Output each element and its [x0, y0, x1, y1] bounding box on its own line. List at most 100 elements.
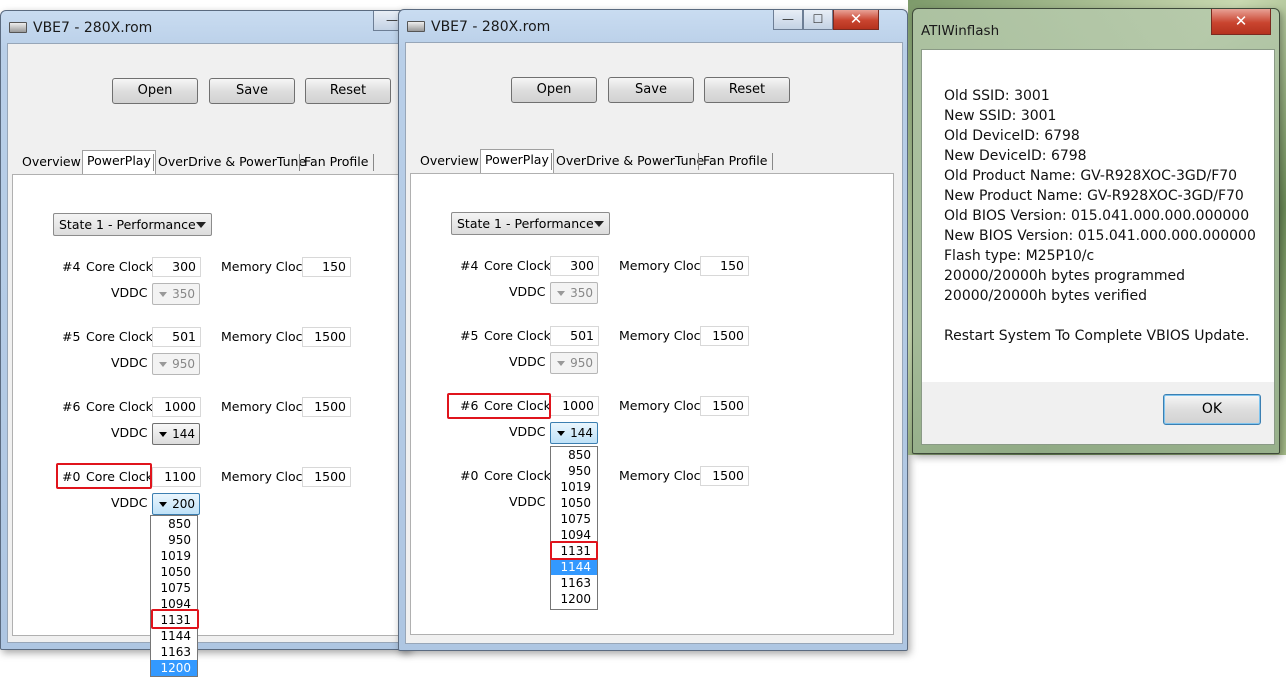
dropdown-option[interactable]: 1019: [551, 479, 597, 495]
core-clock-input[interactable]: 501: [152, 327, 201, 347]
vddc-label: VDDC: [509, 354, 546, 369]
dropdown-option[interactable]: 1200: [551, 591, 597, 607]
window-client: Open Save Reset Overview PowerPlay OverD…: [405, 42, 903, 644]
dropdown-option[interactable]: 1163: [551, 575, 597, 591]
core-clock-label: Core Clock: [86, 259, 153, 274]
memory-clock-input[interactable]: 1500: [302, 327, 351, 347]
tab-fan-profile[interactable]: Fan Profile: [300, 152, 372, 174]
save-button[interactable]: Save: [608, 77, 694, 103]
memory-clock-label: Memory Clock: [221, 469, 310, 484]
tab-overdrive-powertune[interactable]: OverDrive & PowerTune: [154, 152, 310, 174]
tab-overview[interactable]: Overview: [416, 151, 483, 173]
vddc-select[interactable]: 350: [550, 282, 598, 304]
vddc-label: VDDC: [111, 355, 148, 370]
memory-clock-input[interactable]: 1500: [700, 466, 749, 486]
vddc-select[interactable]: 950: [550, 352, 598, 374]
chevron-down-icon: [196, 222, 206, 228]
dropdown-option[interactable]: 1050: [151, 564, 197, 580]
memory-clock-label: Memory Clock: [221, 399, 310, 414]
vddc-select[interactable]: 350: [152, 283, 200, 305]
vbe7-window-right: VBE7 - 280X.rom — ☐ ✕ Open Save Reset Ov…: [398, 9, 908, 651]
dropdown-option[interactable]: 1019: [151, 548, 197, 564]
minimize-button[interactable]: —: [773, 10, 803, 30]
memory-clock-label: Memory Clock: [619, 398, 708, 413]
state-select[interactable]: State 1 - Performance: [53, 213, 212, 236]
dropdown-option[interactable]: 1144: [151, 628, 197, 644]
flash-info-line: Old Product Name: GV-R928XOC-3GD/F70: [944, 168, 1238, 184]
maximize-button[interactable]: ☐: [803, 10, 833, 30]
title-bar[interactable]: ATIWinflash ✕: [913, 9, 1279, 41]
core-clock-input[interactable]: 300: [152, 257, 201, 277]
core-clock-input[interactable]: 1000: [152, 397, 201, 417]
vddc-label: VDDC: [111, 285, 148, 300]
open-button[interactable]: Open: [112, 78, 198, 104]
window-client: Open Save Reset Overview PowerPlay OverD…: [7, 43, 407, 643]
flash-info-line: New SSID: 3001: [944, 108, 1057, 124]
vddc-select[interactable]: 144: [550, 422, 598, 444]
dropdown-option[interactable]: 850: [551, 447, 597, 463]
vddc-value: 144: [172, 427, 195, 441]
powerplay-panel: State 1 - Performance #4 Core Clock 300 …: [410, 173, 894, 635]
chevron-down-icon: [557, 291, 565, 296]
memory-clock-input[interactable]: 150: [302, 257, 351, 277]
close-button[interactable]: ✕: [1211, 9, 1271, 35]
vddc-select[interactable]: 200: [152, 493, 200, 515]
dialog-body: Old SSID: 3001 New SSID: 3001 Old DeviceID…: [921, 49, 1275, 445]
dropdown-option[interactable]: 850: [151, 516, 197, 532]
flash-info-line: Old BIOS Version: 015.041.000.000.000000: [944, 208, 1250, 224]
chevron-down-icon: [557, 431, 565, 436]
dialog-message-area: Old SSID: 3001 New SSID: 3001 Old DeviceID…: [922, 50, 1274, 382]
core-clock-input[interactable]: 501: [550, 326, 599, 346]
highlight-box: [550, 541, 598, 560]
title-bar[interactable]: VBE7 - 280X.rom —: [1, 11, 409, 43]
dropdown-option[interactable]: 1163: [151, 644, 197, 660]
state-select-value: State 1 - Performance: [457, 216, 594, 231]
dropdown-option[interactable]: 950: [551, 463, 597, 479]
tab-powerplay[interactable]: PowerPlay: [82, 150, 156, 174]
core-clock-input[interactable]: 1000: [550, 396, 599, 416]
vddc-select[interactable]: 144: [152, 423, 200, 445]
tab-powerplay[interactable]: PowerPlay: [480, 149, 554, 173]
state-select[interactable]: State 1 - Performance: [451, 212, 610, 235]
memory-clock-input[interactable]: 1500: [302, 397, 351, 417]
memory-clock-input[interactable]: 1500: [700, 396, 749, 416]
tab-separator: [373, 154, 374, 171]
vddc-select[interactable]: 950: [152, 353, 200, 375]
core-clock-label: Core Clock: [484, 328, 551, 343]
dropdown-option[interactable]: 1200: [151, 660, 197, 676]
vddc-dropdown-list[interactable]: 850 950 1019 1050 1075 1094 1131 1144 1163 1200: [150, 515, 198, 677]
tab-overdrive-powertune[interactable]: OverDrive & PowerTune: [552, 151, 708, 173]
flash-info-line: New Product Name: GV-R928XOC-3GD/F70: [944, 188, 1244, 204]
title-bar[interactable]: VBE7 - 280X.rom — ☐ ✕: [399, 10, 907, 42]
memory-clock-input[interactable]: 1500: [700, 326, 749, 346]
chevron-down-icon: [557, 361, 565, 366]
vddc-label: VDDC: [111, 425, 148, 440]
vddc-dropdown-list[interactable]: 850 950 1019 1050 1075 1094 1131 1144 1163 1200: [550, 446, 598, 610]
memory-clock-label: Memory Clock: [221, 329, 310, 344]
flash-info-line: 20000/20000h bytes verified: [944, 288, 1147, 304]
state-id-label: #6: [62, 399, 81, 414]
reset-button[interactable]: Reset: [305, 78, 391, 104]
chevron-down-icon: [159, 362, 167, 367]
open-button[interactable]: Open: [511, 77, 597, 103]
flash-info-line: New DeviceID: 6798: [944, 148, 1087, 164]
memory-clock-input[interactable]: 150: [700, 256, 749, 276]
dropdown-option[interactable]: 950: [151, 532, 197, 548]
dropdown-option[interactable]: 1050: [551, 495, 597, 511]
memory-clock-input[interactable]: 1500: [302, 467, 351, 487]
atiwinflash-dialog: ATIWinflash ✕ Old SSID: 3001 New SSID: 30…: [912, 8, 1280, 454]
save-button[interactable]: Save: [209, 78, 295, 104]
dropdown-option[interactable]: 1075: [551, 511, 597, 527]
dropdown-option[interactable]: 1144: [551, 559, 597, 575]
vddc-value: 144: [570, 426, 593, 440]
core-clock-input[interactable]: 300: [550, 256, 599, 276]
reset-button[interactable]: Reset: [704, 77, 790, 103]
close-button[interactable]: ✕: [833, 10, 879, 30]
tab-overview[interactable]: Overview: [18, 152, 85, 174]
ok-button[interactable]: OK: [1163, 394, 1261, 425]
chevron-down-icon: [159, 292, 167, 297]
tab-fan-profile[interactable]: Fan Profile: [699, 151, 771, 173]
core-clock-input[interactable]: 1100: [152, 467, 201, 487]
state-id-label: #4: [62, 259, 81, 274]
dropdown-option[interactable]: 1075: [151, 580, 197, 596]
